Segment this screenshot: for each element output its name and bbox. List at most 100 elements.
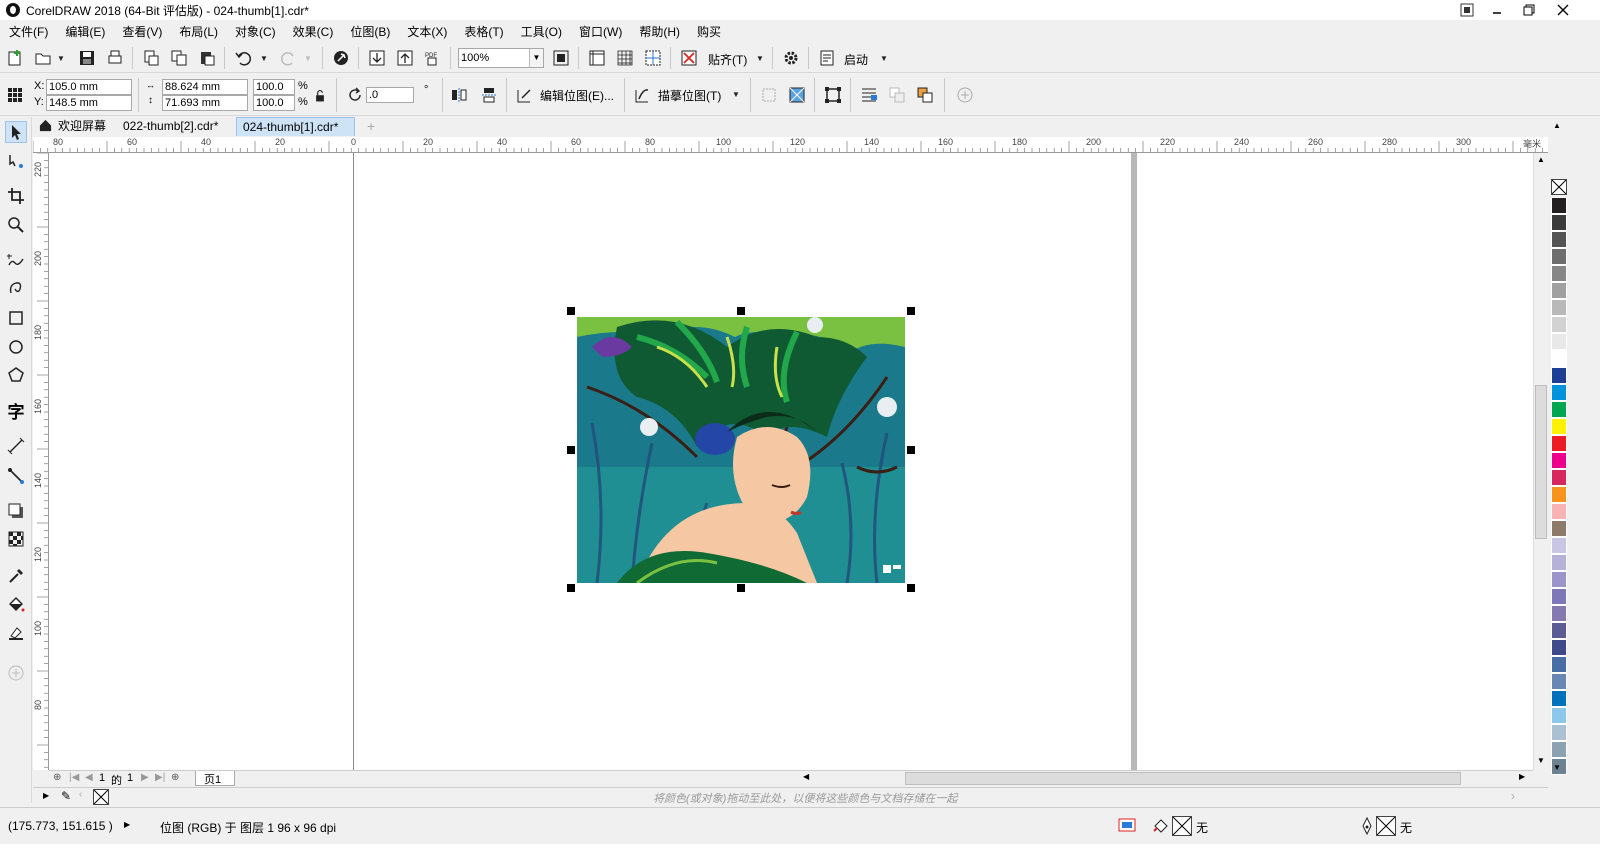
- copy-icon[interactable]: [168, 47, 190, 69]
- snap-to-label[interactable]: 贴齐(T): [708, 51, 747, 68]
- scroll-up-icon[interactable]: ▲: [1534, 153, 1548, 167]
- menu-object[interactable]: 对象(C): [230, 23, 281, 40]
- color-swatch[interactable]: [1551, 588, 1567, 605]
- color-swatch[interactable]: [1551, 214, 1567, 231]
- scroll-down-icon[interactable]: ▼: [1534, 754, 1548, 768]
- horizontal-ruler[interactable]: 80 60 40 20 0 20 40 60 80 100 120 140 16…: [33, 137, 1548, 153]
- options-gear-icon[interactable]: [780, 47, 802, 69]
- crop-bitmap-icon[interactable]: [758, 84, 780, 106]
- menu-tools[interactable]: 工具(O): [516, 23, 567, 40]
- cut-icon[interactable]: [140, 47, 162, 69]
- selection-handle[interactable]: [907, 307, 915, 315]
- print-icon[interactable]: [104, 47, 126, 69]
- crop-tool-icon[interactable]: [5, 185, 27, 207]
- zoom-tool-icon[interactable]: [5, 214, 27, 236]
- rotation-angle-field[interactable]: .0: [366, 87, 414, 103]
- outline-none-swatch-icon[interactable]: [1376, 816, 1396, 836]
- edit-bitmap-label[interactable]: 编辑位图(E)...: [540, 87, 614, 104]
- fill-none-swatch-icon[interactable]: [1172, 816, 1192, 836]
- palette-left-icon[interactable]: ‹: [79, 789, 82, 800]
- color-swatch[interactable]: [1551, 622, 1567, 639]
- width-field[interactable]: 88.624 mm: [162, 79, 248, 95]
- scale-width-field[interactable]: 100.0: [253, 79, 295, 95]
- text-wrap-icon[interactable]: [858, 84, 880, 106]
- color-swatch[interactable]: [1551, 486, 1567, 503]
- last-page-icon[interactable]: ▶|: [155, 772, 165, 783]
- color-swatch[interactable]: [1551, 418, 1567, 435]
- color-swatch[interactable]: [1551, 197, 1567, 214]
- text-tool-icon[interactable]: 字: [5, 399, 27, 423]
- bitmap-image[interactable]: [577, 317, 905, 583]
- search-content-icon[interactable]: [330, 47, 352, 69]
- color-swatch[interactable]: [1551, 469, 1567, 486]
- color-swatch[interactable]: [1551, 690, 1567, 707]
- menu-bitmaps[interactable]: 位图(B): [345, 23, 395, 40]
- scroll-right-icon[interactable]: ▶: [1519, 772, 1525, 781]
- menu-view[interactable]: 查看(V): [117, 23, 167, 40]
- color-swatch[interactable]: [1551, 452, 1567, 469]
- show-grid-icon[interactable]: [614, 47, 636, 69]
- chevron-down-icon[interactable]: ▼: [529, 49, 543, 67]
- height-field[interactable]: 71.693 mm: [162, 95, 248, 111]
- tab-document-022[interactable]: 022-thumb[2].cdr*: [117, 117, 224, 136]
- color-swatch[interactable]: [1551, 435, 1567, 452]
- import-icon[interactable]: [366, 47, 388, 69]
- save-icon[interactable]: [76, 47, 98, 69]
- smart-fill-tool-icon[interactable]: [5, 622, 27, 644]
- add-page-after-icon[interactable]: ⊕: [171, 772, 179, 783]
- parallel-dimension-tool-icon[interactable]: [5, 435, 27, 457]
- show-rulers-icon[interactable]: [586, 47, 608, 69]
- restore-button[interactable]: [1514, 0, 1544, 20]
- trace-dropdown-icon[interactable]: ▼: [732, 90, 740, 99]
- application-launcher-icon[interactable]: [816, 47, 838, 69]
- color-swatch[interactable]: [1551, 282, 1567, 299]
- status-arrow-icon[interactable]: ▶: [124, 820, 130, 829]
- color-swatch[interactable]: [1551, 384, 1567, 401]
- redo-icon[interactable]: [278, 47, 300, 69]
- y-position-field[interactable]: 148.5 mm: [46, 95, 132, 111]
- publish-pdf-icon[interactable]: PDF: [422, 47, 444, 69]
- eyedropper-tool-icon[interactable]: [5, 565, 27, 587]
- scale-height-field[interactable]: 100.0: [253, 95, 295, 111]
- full-screen-icon[interactable]: [550, 47, 572, 69]
- selection-handle[interactable]: [567, 307, 575, 315]
- color-swatch[interactable]: [1551, 265, 1567, 282]
- mirror-vertical-icon[interactable]: [478, 84, 500, 106]
- menu-edit[interactable]: 编辑(E): [60, 23, 110, 40]
- undo-icon[interactable]: [232, 47, 254, 69]
- minimize-button[interactable]: [1482, 0, 1512, 20]
- add-page-before-icon[interactable]: ⊕: [53, 772, 61, 783]
- x-position-field[interactable]: 105.0 mm: [46, 79, 132, 95]
- connector-tool-icon[interactable]: [5, 465, 27, 487]
- show-guidelines-icon[interactable]: [642, 47, 664, 69]
- color-swatch[interactable]: [1551, 520, 1567, 537]
- color-swatch[interactable]: [1551, 605, 1567, 622]
- color-swatch[interactable]: [1551, 673, 1567, 690]
- interactive-fill-tool-icon[interactable]: [5, 594, 27, 616]
- color-swatch[interactable]: [1551, 503, 1567, 520]
- palette-menu-arrow-icon[interactable]: ▶: [43, 791, 49, 800]
- palette-right-icon[interactable]: ›: [1511, 789, 1515, 803]
- palette-scroll-down-icon[interactable]: ▼: [1553, 763, 1561, 772]
- color-swatch[interactable]: [1551, 571, 1567, 588]
- selection-handle[interactable]: [907, 584, 915, 592]
- shape-tool-icon[interactable]: [5, 150, 27, 172]
- scroll-left-icon[interactable]: ◀: [803, 772, 809, 781]
- close-button[interactable]: [1548, 0, 1578, 20]
- color-swatch[interactable]: [1551, 299, 1567, 316]
- artistic-media-tool-icon[interactable]: [5, 277, 27, 299]
- color-swatch[interactable]: [1551, 350, 1567, 367]
- menu-layout[interactable]: 布局(L): [174, 23, 223, 40]
- to-front-icon[interactable]: [886, 84, 908, 106]
- quick-customize-plus-icon[interactable]: [954, 84, 976, 106]
- color-swatch[interactable]: [1551, 707, 1567, 724]
- undo-dropdown-icon[interactable]: ▼: [260, 54, 268, 63]
- new-document-icon[interactable]: [4, 47, 26, 69]
- polygon-tool-icon[interactable]: [5, 364, 27, 386]
- vertical-scroll-thumb[interactable]: [1535, 385, 1547, 539]
- open-folder-icon[interactable]: [32, 47, 54, 69]
- export-icon[interactable]: [394, 47, 416, 69]
- menu-table[interactable]: 表格(T): [459, 23, 508, 40]
- color-swatch[interactable]: [1551, 656, 1567, 673]
- selection-handle[interactable]: [567, 584, 575, 592]
